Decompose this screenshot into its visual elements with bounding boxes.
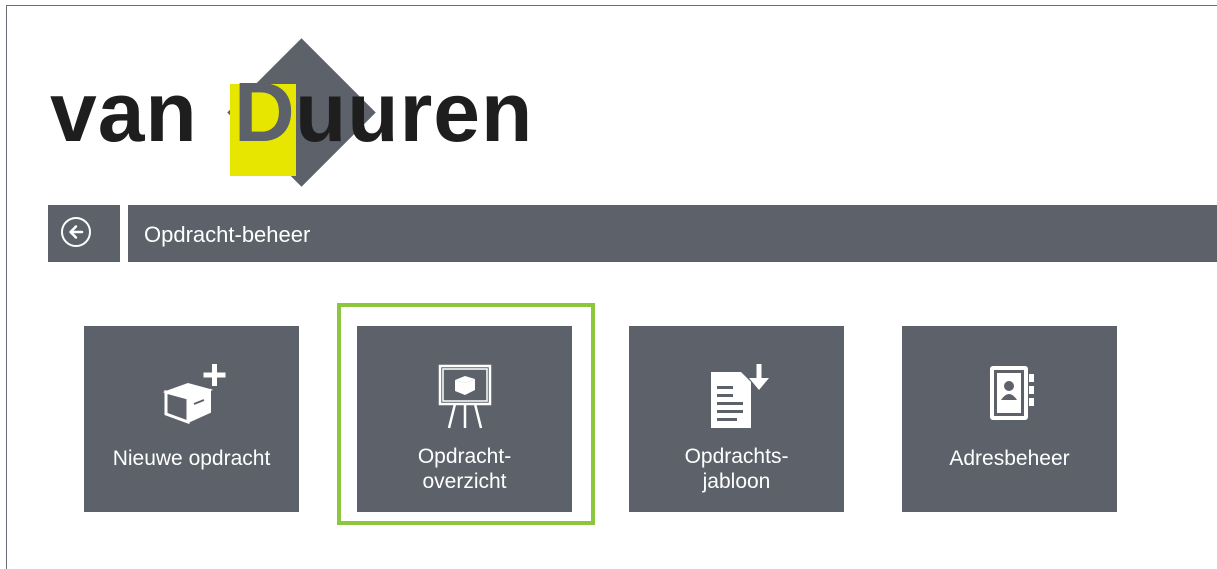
address-book-icon bbox=[974, 360, 1046, 432]
arrow-left-circle-icon bbox=[61, 217, 91, 247]
tile-adresbeheer[interactable]: Adresbeheer bbox=[902, 326, 1117, 512]
tile-selection-highlight bbox=[337, 303, 595, 525]
tile-nieuwe-opdracht[interactable]: Nieuwe opdracht bbox=[84, 326, 299, 512]
tile-label: Adresbeheer bbox=[949, 447, 1070, 470]
page-title-bar: Opdracht-beheer bbox=[128, 205, 1217, 262]
back-button[interactable] bbox=[48, 205, 120, 262]
logo-text-d: D bbox=[234, 65, 296, 159]
logo-text-van: van bbox=[50, 65, 198, 159]
tile-label: Nieuwe opdracht bbox=[112, 447, 271, 470]
vanduuren-logo: van D uuren bbox=[50, 38, 570, 190]
tile-opdrachts-jabloon[interactable]: Opdrachts- jabloon bbox=[629, 326, 844, 512]
tile-label: Opdrachts- jabloon bbox=[684, 445, 789, 493]
page-title: Opdracht-beheer bbox=[144, 222, 311, 247]
new-box-plus-icon bbox=[156, 360, 228, 432]
logo-text-uuren: uuren bbox=[295, 65, 534, 159]
document-download-icon bbox=[701, 360, 773, 432]
